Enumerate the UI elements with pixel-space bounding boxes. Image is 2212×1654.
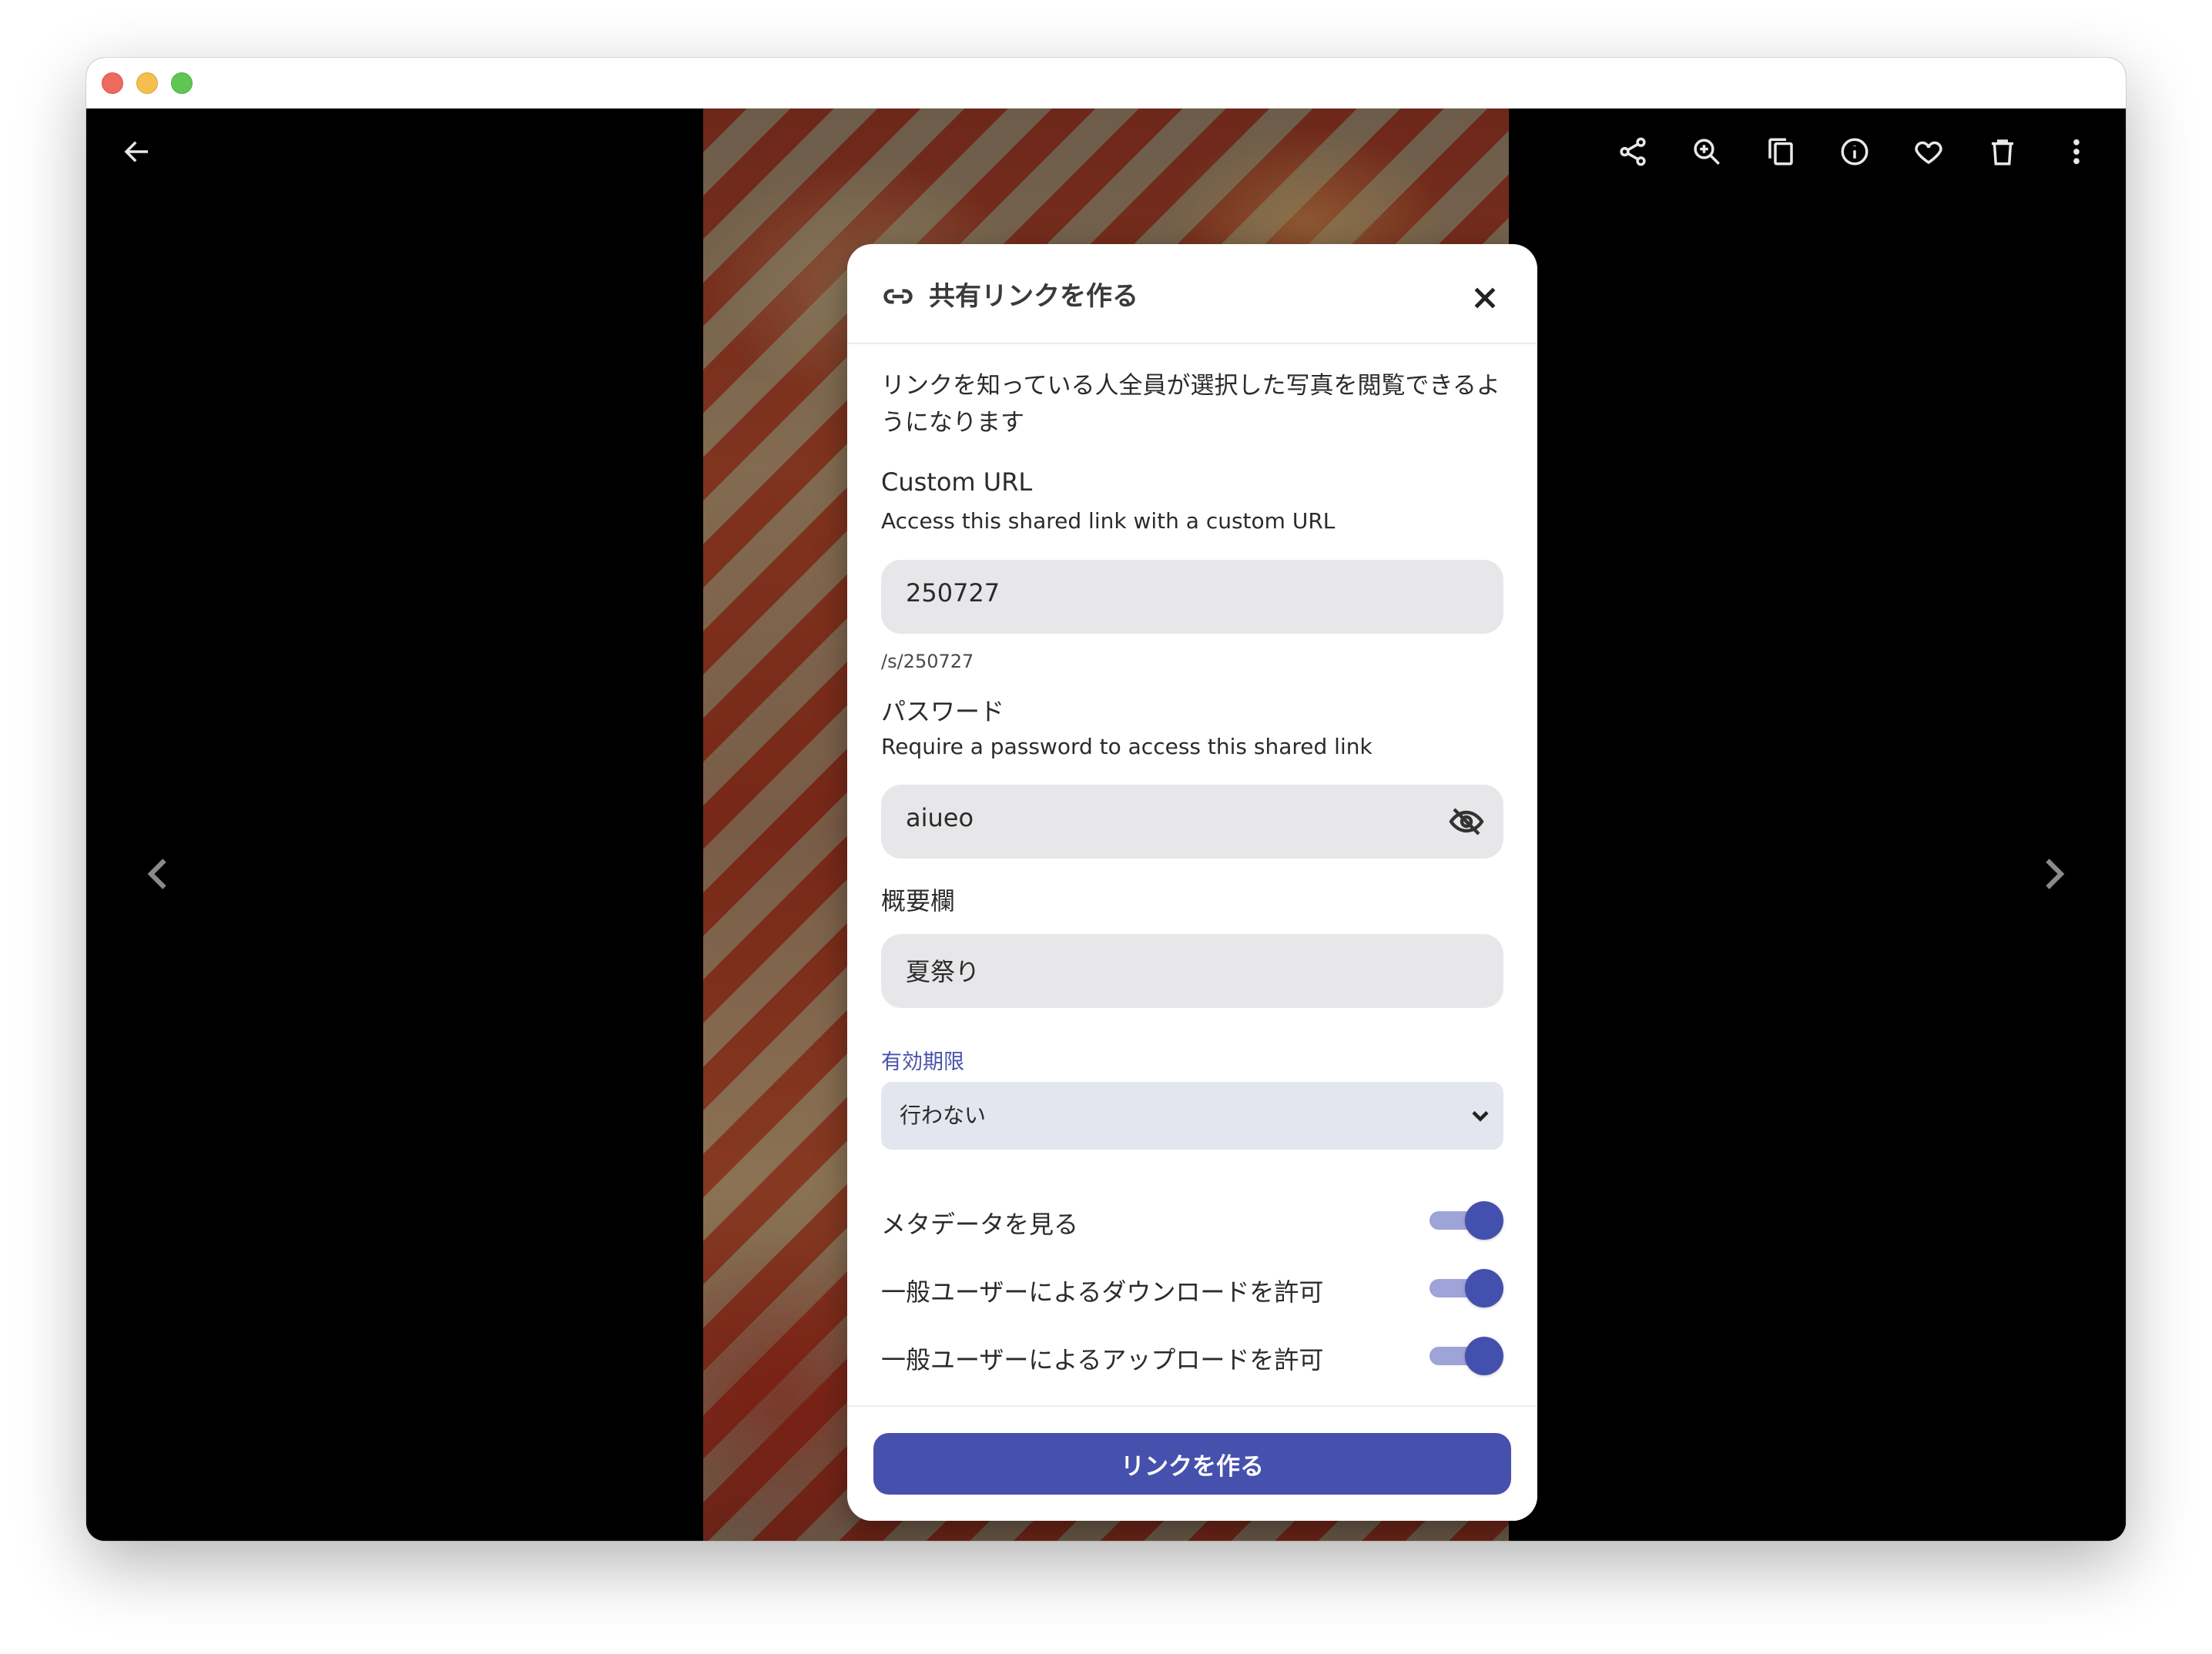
zoom-in-icon[interactable] [1685,130,1728,173]
info-icon[interactable] [1833,130,1876,173]
password-label: パスワード [881,697,1005,726]
summary-label: 概要欄 [881,886,956,916]
maximize-window-button[interactable] [171,72,193,94]
toggle-label-metadata: メタデータを見る [881,1210,1079,1239]
dialog-footer: リンクを作る [847,1405,1537,1521]
password-sublabel: Require a password to access this shared… [881,734,1372,759]
share-icon[interactable] [1611,130,1654,173]
toggle-label-upload: 一般ユーザーによるアップロードを許可 [881,1345,1324,1374]
expiry-selected-value: 行わない [900,1103,987,1128]
minimize-window-button[interactable] [136,72,158,94]
app-window: 共有リンクを作る リンクを知っている人全員が選択した写真を閲覧できるようになりま… [86,58,2126,1541]
toggle-row-metadata: メタデータを見る [881,1197,1503,1244]
chevron-down-icon [1466,1102,1494,1130]
copy-icon[interactable] [1759,130,1802,173]
custom-url-hint: /s/250727 [881,651,974,672]
chevron-left-icon[interactable] [136,851,182,897]
eye-off-icon[interactable] [1448,803,1485,840]
toggle-metadata[interactable] [1429,1200,1503,1240]
toggle-upload[interactable] [1429,1336,1503,1376]
link-icon [881,280,915,313]
trash-icon[interactable] [1981,130,2024,173]
toggle-label-download: 一般ユーザーによるダウンロードを許可 [881,1277,1324,1307]
toggle-row-download: 一般ユーザーによるダウンロードを許可 [881,1265,1503,1311]
more-vertical-icon[interactable] [2055,130,2098,173]
arrow-left-icon[interactable] [116,130,159,173]
expiry-select[interactable]: 行わない [881,1082,1503,1150]
expiry-label: 有効期限 [881,1050,964,1074]
toggle-knob [1465,1269,1503,1307]
toggle-knob [1465,1337,1503,1375]
create-link-button[interactable]: リンクを作る [873,1433,1511,1495]
create-shared-link-dialog: 共有リンクを作る リンクを知っている人全員が選択した写真を閲覧できるようになりま… [847,244,1537,1521]
toggle-download[interactable] [1429,1268,1503,1308]
summary-value: 夏祭り [906,957,980,986]
dialog-title: 共有リンクを作る [929,281,1138,312]
custom-url-label: Custom URL [881,467,1033,497]
summary-input[interactable]: 夏祭り [881,934,1503,1008]
password-value: aiueo [906,803,974,832]
custom-url-value: 250727 [906,578,1000,608]
dialog-header: 共有リンクを作る [847,244,1537,344]
chevron-right-icon[interactable] [2030,851,2076,897]
custom-url-sublabel: Access this shared link with a custom UR… [881,508,1336,534]
heart-icon[interactable] [1907,130,1950,173]
toggle-knob [1465,1201,1503,1240]
custom-url-input[interactable]: 250727 [881,560,1503,634]
dialog-description: リンクを知っている人全員が選択した写真を閲覧できるようになります [881,372,1500,437]
password-input[interactable]: aiueo [881,785,1503,859]
close-icon[interactable] [1463,276,1507,320]
toggle-row-upload: 一般ユーザーによるアップロードを許可 [881,1333,1503,1379]
window-titlebar [86,58,2126,109]
close-window-button[interactable] [102,72,123,94]
